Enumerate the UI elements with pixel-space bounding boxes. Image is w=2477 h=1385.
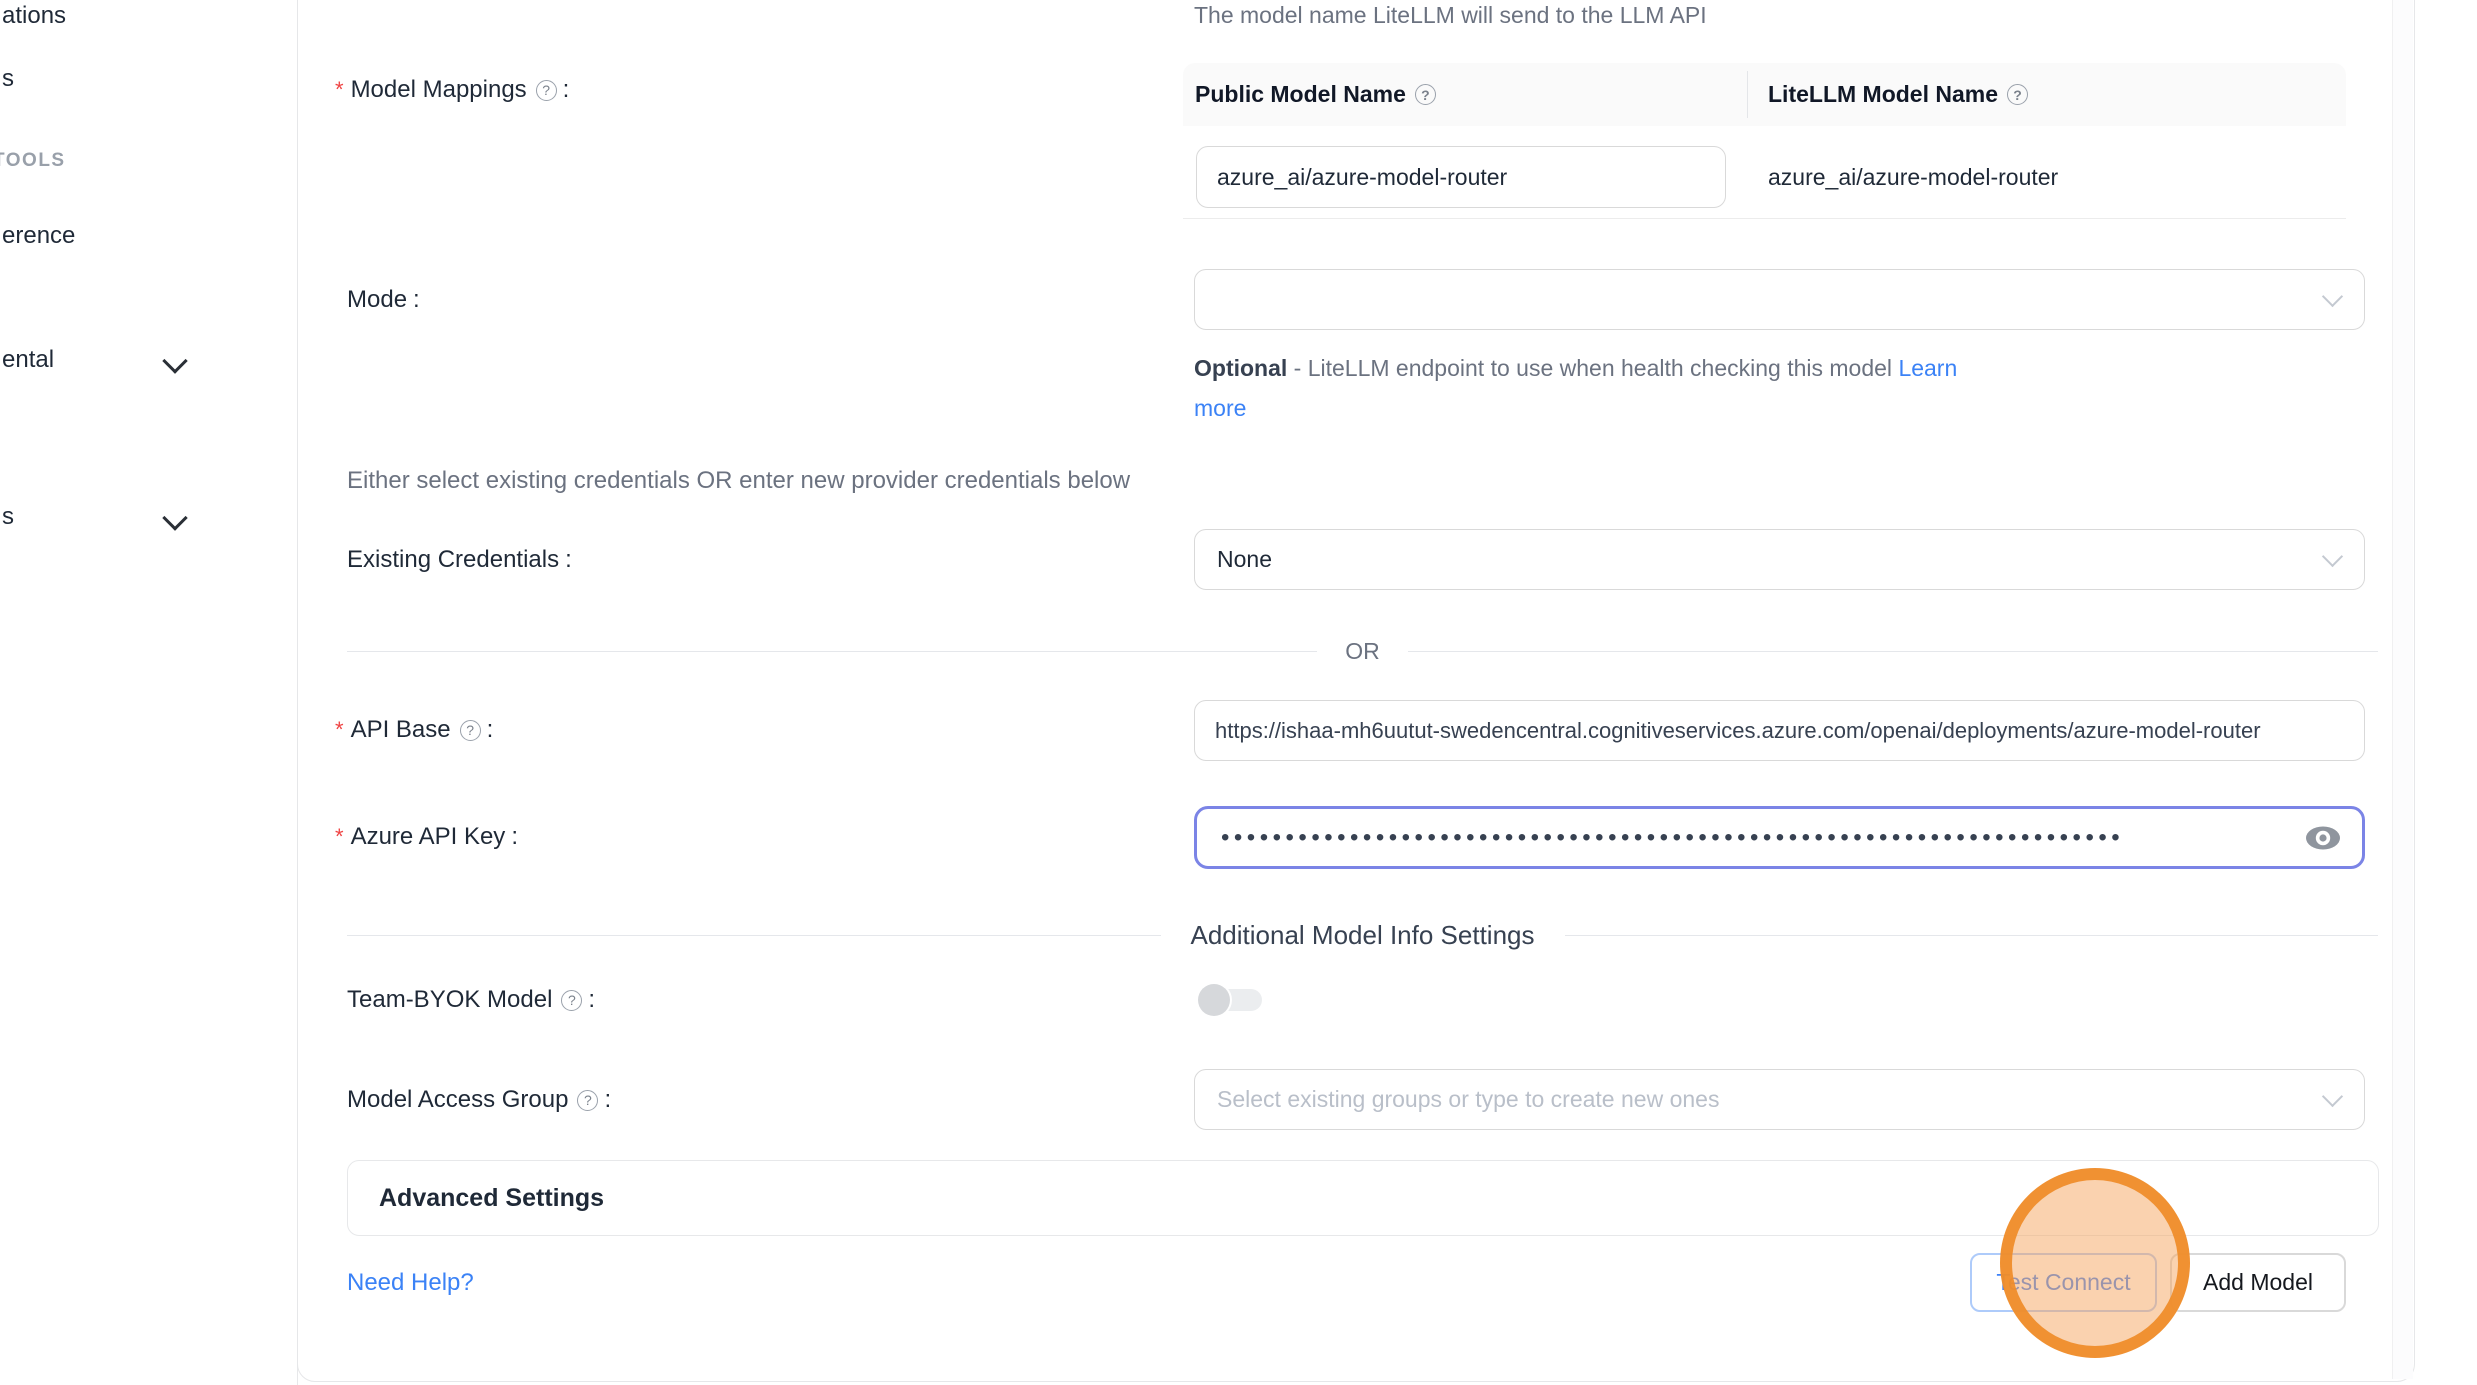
- sidebar-item-organizations[interactable]: ations: [2, 2, 66, 30]
- chevron-down-icon: [162, 505, 187, 530]
- help-question-icon[interactable]: ?: [460, 720, 481, 741]
- add-model-screen: ations s TOOLS erence ental s The model …: [0, 0, 2477, 1385]
- optional-emphasis: Optional: [1194, 355, 1287, 381]
- label-text: Azure API Key: [351, 823, 506, 851]
- sidebar: ations s TOOLS erence ental s: [0, 0, 298, 1385]
- chevron-down-icon: [2322, 1085, 2343, 1106]
- colon: :: [588, 986, 595, 1014]
- mode-select[interactable]: [1194, 269, 2365, 330]
- team-byok-toggle[interactable]: [1198, 984, 1264, 1016]
- chevron-down-icon: [2322, 545, 2343, 566]
- model-access-group-label: Model Access Group ? :: [347, 1086, 611, 1114]
- azure-api-key-label: * Azure API Key :: [335, 823, 518, 851]
- colon: :: [563, 76, 570, 104]
- advanced-settings-panel[interactable]: Advanced Settings: [347, 1160, 2379, 1236]
- info-settings-divider-text: Additional Model Info Settings: [1191, 920, 1535, 951]
- existing-credentials-label: Existing Credentials :: [347, 546, 572, 574]
- advanced-settings-label: Advanced Settings: [379, 1161, 604, 1235]
- mode-help-body: - LiteLLM endpoint to use when health ch…: [1294, 355, 1892, 381]
- column-header-public-model-name: Public Model Name ?: [1195, 63, 1436, 126]
- chevron-down-icon: [2322, 285, 2343, 306]
- azure-api-key-input[interactable]: ••••••••••••••••••••••••••••••••••••••••…: [1194, 806, 2365, 869]
- table-header-row: Public Model Name ? LiteLLM Model Name ?: [1183, 63, 2346, 126]
- sidebar-item-label: ental: [2, 346, 54, 373]
- sidebar-item-experimental[interactable]: ental: [2, 346, 54, 374]
- help-question-icon[interactable]: ?: [1415, 84, 1436, 105]
- sidebar-item[interactable]: s: [2, 65, 14, 93]
- column-header-label: Public Model Name: [1195, 81, 1406, 108]
- label-text: Model Mappings: [351, 76, 527, 104]
- colon: :: [511, 823, 518, 851]
- existing-credentials-select[interactable]: None: [1194, 529, 2365, 590]
- sidebar-item-label: s: [2, 503, 14, 530]
- model-access-group-placeholder: Select existing groups or type to create…: [1217, 1086, 1719, 1113]
- colon: :: [565, 546, 572, 574]
- test-connect-label: Test Connect: [1996, 1269, 2130, 1296]
- required-mark: *: [335, 717, 344, 743]
- add-model-label: Add Model: [2203, 1269, 2313, 1296]
- model-access-group-select[interactable]: Select existing groups or type to create…: [1194, 1069, 2365, 1130]
- help-question-icon[interactable]: ?: [536, 80, 557, 101]
- model-name-hint: The model name LiteLLM will send to the …: [1194, 2, 1707, 29]
- sidebar-item-settings[interactable]: s: [2, 503, 14, 531]
- info-settings-divider: Additional Model Info Settings: [347, 920, 2378, 950]
- team-byok-label: Team-BYOK Model ? :: [347, 986, 595, 1014]
- column-header-litellm-model-name: LiteLLM Model Name ?: [1768, 63, 2028, 126]
- add-model-button[interactable]: Add Model: [2170, 1253, 2346, 1312]
- api-base-input[interactable]: [1194, 700, 2365, 761]
- label-text: Existing Credentials: [347, 546, 559, 574]
- label-text: Mode: [347, 286, 407, 314]
- sidebar-item-label: ations: [2, 2, 66, 29]
- colon: :: [487, 716, 494, 744]
- mode-help-text: Optional - LiteLLM endpoint to use when …: [1194, 348, 2000, 428]
- required-mark: *: [335, 77, 344, 103]
- api-base-label: * API Base ? :: [335, 716, 493, 744]
- test-connect-button[interactable]: Test Connect: [1970, 1253, 2157, 1312]
- label-text: Team-BYOK Model: [347, 986, 552, 1014]
- model-mappings-table: Public Model Name ? LiteLLM Model Name ?…: [1183, 63, 2346, 219]
- required-mark: *: [335, 824, 344, 850]
- existing-credentials-value: None: [1217, 546, 1272, 573]
- or-divider: OR: [347, 636, 2378, 666]
- model-mappings-label: * Model Mappings ? :: [335, 76, 569, 104]
- help-question-icon[interactable]: ?: [2007, 84, 2028, 105]
- help-question-icon[interactable]: ?: [577, 1090, 598, 1111]
- credentials-note: Either select existing credentials OR en…: [347, 467, 1130, 495]
- sidebar-item-label: erence: [2, 222, 75, 249]
- scrollbar-gutter[interactable]: [2392, 0, 2413, 1379]
- sidebar-section-label: TOOLS: [0, 150, 66, 171]
- column-header-label: LiteLLM Model Name: [1768, 81, 1998, 108]
- colon: :: [604, 1086, 611, 1114]
- sidebar-section-tools: TOOLS: [0, 150, 66, 172]
- need-help-link[interactable]: Need Help?: [347, 1269, 474, 1297]
- masked-password-value: ••••••••••••••••••••••••••••••••••••••••…: [1221, 806, 2124, 869]
- public-model-name-input[interactable]: [1196, 146, 1726, 208]
- sidebar-item-label: s: [2, 65, 14, 92]
- label-text: API Base: [351, 716, 451, 744]
- help-question-icon[interactable]: ?: [561, 990, 582, 1011]
- chevron-down-icon: [162, 348, 187, 373]
- sidebar-item-reference[interactable]: erence: [2, 222, 75, 250]
- toggle-knob: [1198, 984, 1230, 1016]
- or-divider-text: OR: [1345, 638, 1380, 665]
- colon: :: [413, 286, 420, 314]
- mode-label: Mode :: [347, 286, 420, 314]
- eye-icon[interactable]: [2304, 824, 2342, 852]
- litellm-model-name-value: azure_ai/azure-model-router: [1768, 146, 2058, 208]
- label-text: Model Access Group: [347, 1086, 568, 1114]
- column-divider: [1747, 71, 1748, 118]
